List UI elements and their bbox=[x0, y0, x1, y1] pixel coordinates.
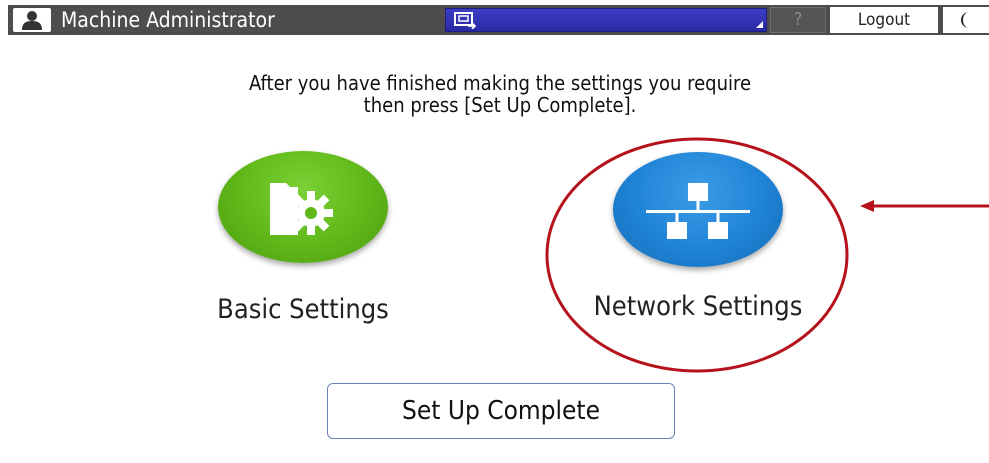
instruction-line-1: After you have finished making the setti… bbox=[248, 71, 752, 95]
logout-button[interactable]: Logout bbox=[830, 7, 938, 33]
user-name-label: Machine Administrator bbox=[61, 8, 275, 32]
network-settings-label: Network Settings bbox=[593, 291, 803, 322]
help-button[interactable]: ? bbox=[770, 7, 826, 33]
red-arrow bbox=[860, 200, 989, 212]
user-icon bbox=[13, 8, 51, 32]
instruction-line-2: then press [Set Up Complete]. bbox=[363, 93, 637, 117]
screen-status-icon bbox=[454, 12, 477, 33]
network-settings-button[interactable] bbox=[613, 152, 783, 267]
set-up-complete-button[interactable]: Set Up Complete bbox=[327, 383, 675, 439]
resize-handle-icon bbox=[756, 21, 763, 28]
moon-icon[interactable] bbox=[943, 7, 989, 33]
folder-gear-icon bbox=[270, 183, 333, 235]
basic-settings-button[interactable] bbox=[218, 151, 388, 263]
network-icon bbox=[646, 183, 750, 239]
status-display[interactable] bbox=[445, 8, 767, 32]
instruction-text: After you have finished making the setti… bbox=[200, 72, 800, 116]
basic-settings-label: Basic Settings bbox=[217, 294, 389, 325]
top-bar: Machine Administrator ? Logout bbox=[8, 5, 989, 35]
user-info: Machine Administrator bbox=[8, 5, 275, 35]
